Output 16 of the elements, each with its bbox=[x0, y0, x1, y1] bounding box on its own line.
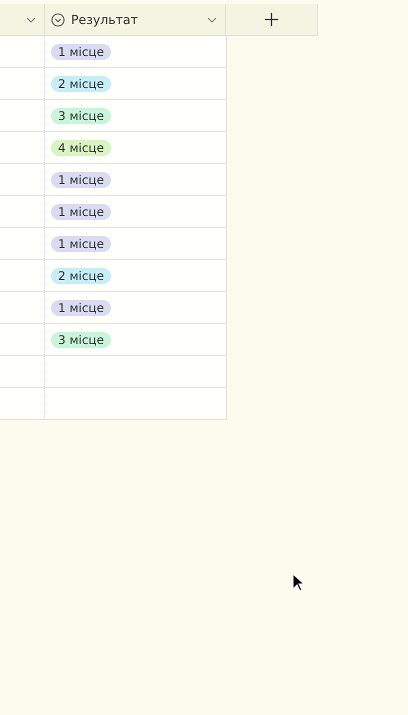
result-tag: 1 місце bbox=[51, 300, 111, 316]
result-tag: 1 місце bbox=[51, 44, 111, 60]
column-header[interactable]: Результат bbox=[71, 12, 138, 27]
result-tag: 2 місце bbox=[51, 76, 111, 92]
chevron-down-icon[interactable] bbox=[26, 16, 36, 22]
cursor-icon bbox=[292, 573, 304, 592]
result-tag: 3 місце bbox=[51, 332, 111, 348]
dropdown-type-icon bbox=[51, 12, 65, 26]
chevron-down-icon[interactable] bbox=[207, 16, 217, 22]
result-tag: 1 місце bbox=[51, 236, 111, 252]
result-tag: 3 місце bbox=[51, 108, 111, 124]
result-tag: 2 місце bbox=[51, 268, 111, 284]
add-column-icon[interactable] bbox=[265, 13, 278, 26]
result-tag: 4 місце bbox=[51, 140, 111, 156]
result-tag: 1 місце bbox=[51, 172, 111, 188]
result-tag: 1 місце bbox=[51, 204, 111, 220]
